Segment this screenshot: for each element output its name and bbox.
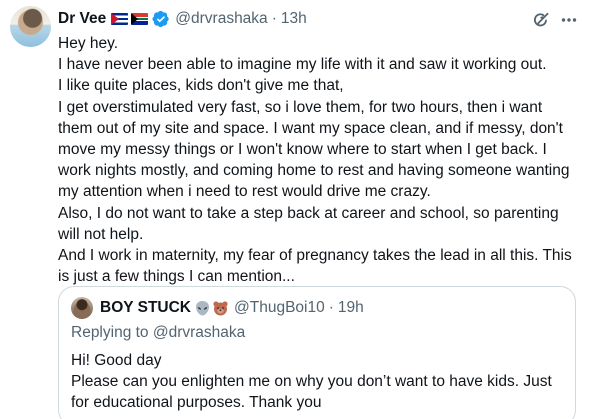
bear-emoji-icon [213,300,228,315]
tweet-text-line: I get overstimulated very fast, so i lov… [58,98,543,116]
quoted-name-emoji [194,300,229,317]
quoted-display-name[interactable]: BOY STUCK [100,299,191,317]
tweet-text-line: them out of my site and space. I want my… [58,119,563,137]
avatar[interactable] [10,6,51,47]
south-africa-flag-icon [131,13,149,25]
quoted-avatar[interactable] [71,297,93,319]
quoted-text-line: Hi! Good day [71,352,162,369]
quoted-separator-dot: · [328,299,334,316]
tweet-text-line: I have never been able to imagine my lif… [58,56,547,74]
replying-to-handle[interactable]: @drvrashaka [153,324,245,341]
tweet-text-line: I like quite places, kids don't give me … [58,77,344,95]
tweet[interactable]: Dr Vee @drvrashaka · 13h Hey hey. I have… [0,0,595,419]
alien-emoji-icon [196,300,210,315]
quoted-header: BOY STUCK @ThugBoi10 · 19h [100,298,364,318]
more-icon[interactable] [560,11,578,29]
tweet-text: Hey hey. I have never been able to imagi… [58,33,593,287]
author-display-name[interactable]: Dr Vee [58,10,106,28]
replying-to-prefix: Replying to [71,324,153,341]
tweet-text-line: And I work in maternity, my fear of preg… [58,247,572,265]
tweet-text-line: will not help. [58,225,144,243]
tweet-header: Dr Vee @drvrashaka · 13h [58,9,307,29]
separator-dot: · [271,10,277,27]
author-flags [111,13,149,25]
quoted-timestamp[interactable]: 19h [338,299,364,317]
tweet-text-line: work nights mostly, and coming home to r… [58,162,570,180]
cuba-flag-icon [111,13,129,25]
tweet-text-line: Hey hey. [58,35,119,52]
tweet-text-line: my attention when i need to rest would d… [58,183,431,201]
timestamp[interactable]: 13h [281,10,307,28]
author-handle[interactable]: @drvrashaka [175,10,267,28]
quoted-text-line: Please can you enlighten me on why you d… [71,373,552,391]
quoted-handle[interactable]: @ThugBoi10 [234,299,325,317]
quoted-tweet-text: Hi! Good day Please can you enlighten me… [71,350,552,414]
tweet-text-line: is just a few things I can mention... [58,268,295,286]
verified-badge-icon[interactable] [152,10,170,28]
tweet-text-line: Also, I do not want to take a step back … [58,204,559,222]
quoted-tweet[interactable]: BOY STUCK @ThugBoi10 · 19h Replying to @… [58,286,576,419]
grok-icon[interactable] [532,11,550,29]
quoted-text-line: for educational purposes. Thank you [71,394,322,412]
tweet-text-line: move my messy things or I won't know whe… [58,141,547,159]
replying-to: Replying to @drvrashaka [71,324,245,342]
